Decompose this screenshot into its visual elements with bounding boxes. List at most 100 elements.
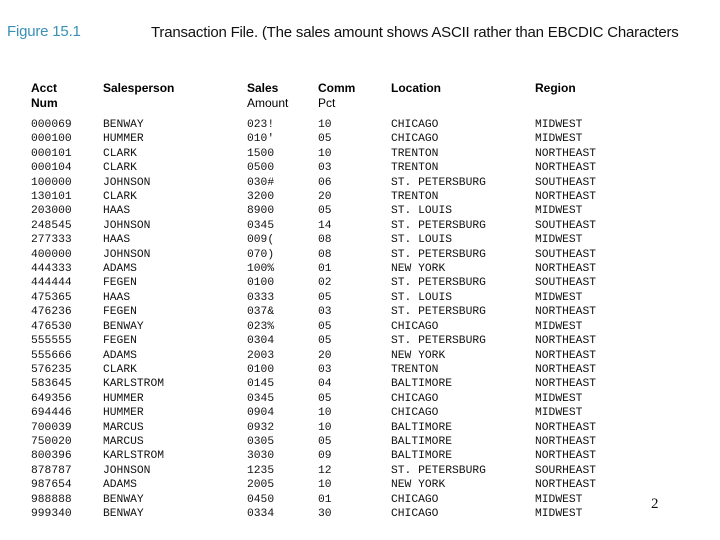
comm-pct-cell: 05 <box>318 133 332 146</box>
salesperson-cell: BENWAY <box>103 507 144 520</box>
acct-num-cell: 000100 <box>31 133 72 146</box>
header-salesperson: Salesperson <box>103 81 174 96</box>
header-location: Location <box>391 81 441 96</box>
comm-pct-cell: 08 <box>318 248 332 261</box>
column-acct-num: 000069 000100 000101 000104 100000 130101 2030… <box>31 118 72 521</box>
sales-amount-cell: 0333 <box>247 291 275 304</box>
region-cell: SOUTHEAST <box>535 219 597 232</box>
region-cell: NORTHEAST <box>535 378 597 391</box>
comm-pct-cell: 30 <box>318 507 332 520</box>
comm-pct-cell: 05 <box>318 291 332 304</box>
salesperson-cell: BENWAY <box>103 119 144 131</box>
acct-num-cell: 750020 <box>31 435 72 448</box>
acct-num-cell: 100000 <box>31 176 72 189</box>
region-cell: NORTHEAST <box>535 450 597 463</box>
sales-amount-cell: 100% <box>247 263 275 276</box>
location-cell: NEW YORK <box>391 479 446 492</box>
sales-amount-cell: 037& <box>247 306 275 319</box>
salesperson-cell: MARCUS <box>103 421 144 434</box>
column-sales-amount: 023! 010' 1500 0500 030# 3200 8900 0345 009(070)… <box>247 118 274 521</box>
sales-amount-cell: 0304 <box>247 335 275 348</box>
location-cell: NEW YORK <box>391 349 446 362</box>
region-cell: MIDWEST <box>535 234 583 247</box>
comm-pct-cell: 05 <box>318 320 332 333</box>
region-cell: MIDWEST <box>535 205 583 218</box>
salesperson-cell: HAAS <box>103 291 131 304</box>
region-cell: MIDWEST <box>535 291 583 304</box>
acct-num-cell: 476236 <box>31 306 72 319</box>
salesperson-cell: FEGEN <box>103 335 137 348</box>
salesperson-cell: JOHNSON <box>103 248 151 261</box>
comm-pct-cell: 10 <box>318 407 332 420</box>
acct-num-cell: 700039 <box>31 421 72 434</box>
comm-pct-cell: 03 <box>318 363 332 376</box>
sales-amount-cell: 1500 <box>247 147 275 160</box>
location-cell: ST. PETERSBURG <box>391 248 486 261</box>
column-location: CHICAGO CHICAGO TRENTON TRENTON ST. PETERSBU… <box>391 118 486 521</box>
salesperson-cell: CLARK <box>103 162 137 175</box>
acct-num-cell: 649356 <box>31 392 72 405</box>
region-cell: NORTHEAST <box>535 162 597 175</box>
salesperson-cell: HUMMER <box>103 407 144 420</box>
acct-num-cell: 000101 <box>31 147 72 160</box>
acct-num-cell: 476530 <box>31 320 72 333</box>
sales-amount-cell: 0100 <box>247 363 275 376</box>
header-line1: Comm <box>318 81 356 95</box>
location-cell: ST. LOUIS <box>391 234 453 247</box>
salesperson-cell: ADAMS <box>103 263 137 276</box>
sales-amount-cell: 0100 <box>247 277 275 290</box>
sales-amount-cell: 0305 <box>247 435 275 448</box>
acct-num-cell: 444333 <box>31 263 72 276</box>
region-cell: MIDWEST <box>535 119 583 131</box>
location-cell: CHICAGO <box>391 407 439 420</box>
location-cell: CHICAGO <box>391 507 439 520</box>
comm-pct-cell: 10 <box>318 119 332 131</box>
header-comm-pct: Comm Pct <box>318 81 355 111</box>
salesperson-cell: ADAMS <box>103 349 137 362</box>
acct-num-cell: 988888 <box>31 493 72 506</box>
acct-num-cell: 999340 <box>31 507 72 520</box>
comm-pct-cell: 01 <box>318 263 332 276</box>
page-number: 2 <box>651 496 659 512</box>
region-cell: NORTHEAST <box>535 363 597 376</box>
comm-pct-cell: 03 <box>318 162 332 175</box>
location-cell: TRENTON <box>391 363 439 376</box>
salesperson-cell: HAAS <box>103 234 131 247</box>
location-cell: CHICAGO <box>391 392 439 405</box>
comm-pct-cell: 10 <box>318 421 332 434</box>
location-cell: CHICAGO <box>391 133 439 146</box>
column-region: MIDWEST MIDWEST NORTHEAST NORTHEAST SOUTHEAS… <box>535 118 596 521</box>
sales-amount-cell: 2005 <box>247 479 275 492</box>
header-line1: Sales <box>247 81 279 95</box>
region-cell: MIDWEST <box>535 392 583 405</box>
sales-amount-cell: 0345 <box>247 392 275 405</box>
location-cell: ST. LOUIS <box>391 291 453 304</box>
acct-num-cell: 277333 <box>31 234 72 247</box>
header-line2: Num <box>31 96 58 110</box>
acct-num-cell: 444444 <box>31 277 72 290</box>
salesperson-cell: HUMMER <box>103 392 144 405</box>
header-line1: Region <box>535 81 576 95</box>
region-cell: MIDWEST <box>535 133 583 146</box>
region-cell: SOURHEAST <box>535 464 597 477</box>
region-cell: NORTHEAST <box>535 263 597 276</box>
region-cell: MIDWEST <box>535 507 583 520</box>
sales-amount-cell: 0345 <box>247 219 275 232</box>
acct-num-cell: 475365 <box>31 291 72 304</box>
header-line2: Pct <box>318 96 336 110</box>
sales-amount-cell: 3200 <box>247 191 275 204</box>
comm-pct-cell: 14 <box>318 219 332 232</box>
acct-num-cell: 000069 <box>31 119 72 131</box>
region-cell: SOUTHEAST <box>535 248 597 261</box>
region-cell: NORTHEAST <box>535 479 597 492</box>
sales-amount-cell: 023% <box>247 320 275 333</box>
header-line1: Acct <box>31 81 58 95</box>
sales-amount-cell: 070) <box>247 248 275 261</box>
header-line1: Location <box>391 81 441 95</box>
location-cell: ST. PETERSBURG <box>391 277 486 290</box>
comm-pct-cell: 09 <box>318 450 332 463</box>
header-line1: Salesperson <box>103 81 175 95</box>
header-sales-amount: Sales Amount <box>247 81 288 111</box>
sales-amount-cell: 0904 <box>247 407 275 420</box>
location-cell: ST. PETERSBURG <box>391 176 486 189</box>
